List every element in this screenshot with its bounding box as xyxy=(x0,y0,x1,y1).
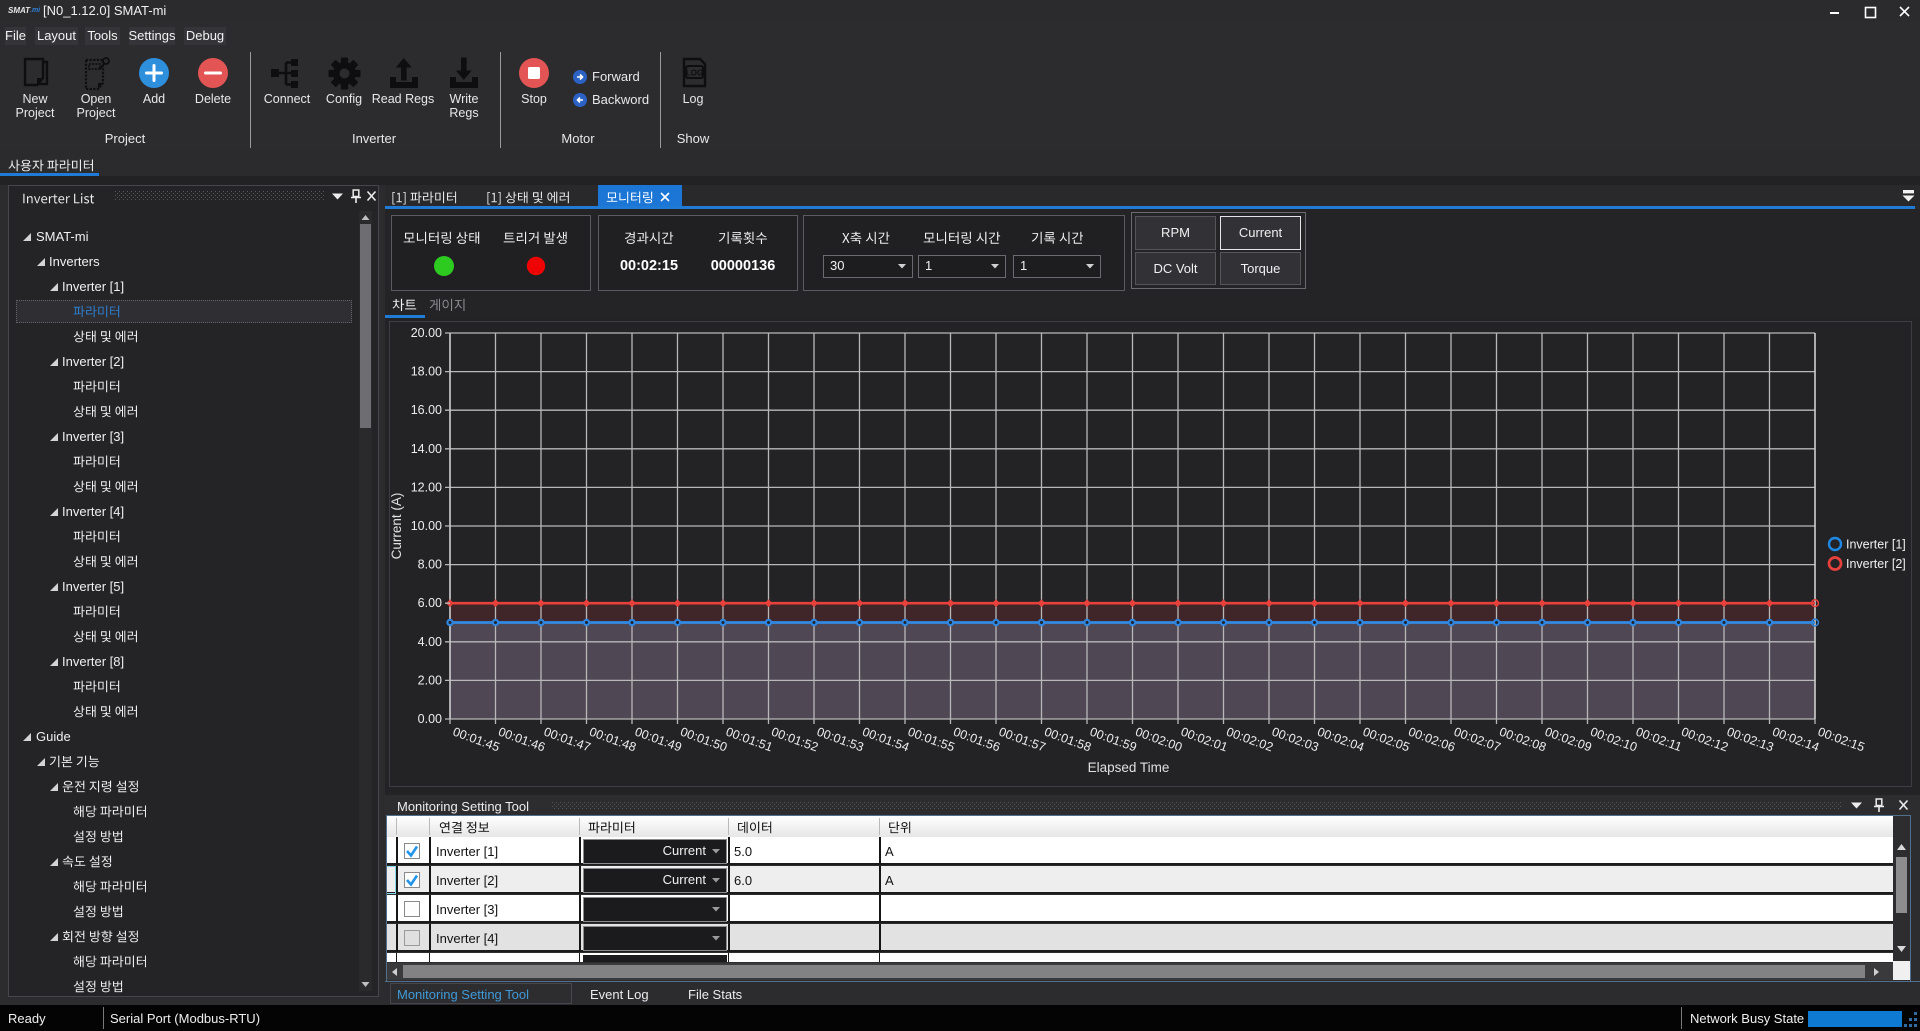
svg-text:00:01:53: 00:01:53 xyxy=(815,725,866,755)
svg-text:00:02:02: 00:02:02 xyxy=(1224,725,1275,755)
svg-text:20.00: 20.00 xyxy=(411,326,442,340)
svg-text:00:02:11: 00:02:11 xyxy=(1634,725,1684,754)
svg-text:LOG: LOG xyxy=(686,69,703,78)
svg-text:16.00: 16.00 xyxy=(411,403,442,417)
svg-text:00:01:56: 00:01:56 xyxy=(951,725,1002,755)
svg-text:14.00: 14.00 xyxy=(411,442,442,456)
svg-text:Inverter [1]: Inverter [1] xyxy=(1846,538,1906,552)
svg-text:00:01:57: 00:01:57 xyxy=(997,725,1048,755)
svg-text:00:02:04: 00:02:04 xyxy=(1315,725,1366,755)
svg-text:Current (A): Current (A) xyxy=(389,493,404,560)
svg-text:00:01:48: 00:01:48 xyxy=(587,725,638,755)
svg-text:0.00: 0.00 xyxy=(418,712,442,726)
svg-text:00:02:01: 00:02:01 xyxy=(1179,725,1230,755)
svg-text:00:02:10: 00:02:10 xyxy=(1588,725,1639,755)
svg-text:00:01:55: 00:01:55 xyxy=(906,725,957,755)
svg-text:Elapsed Time: Elapsed Time xyxy=(1088,760,1170,775)
svg-text:00:01:45: 00:01:45 xyxy=(451,725,502,755)
svg-text:00:02:00: 00:02:00 xyxy=(1133,725,1184,755)
svg-text:10.00: 10.00 xyxy=(411,519,442,533)
svg-text:18.00: 18.00 xyxy=(411,365,442,379)
svg-text:00:02:05: 00:02:05 xyxy=(1361,725,1412,755)
svg-text:00:02:06: 00:02:06 xyxy=(1406,725,1457,755)
svg-text:00:01:51: 00:01:51 xyxy=(724,725,775,755)
svg-text:00:01:52: 00:01:52 xyxy=(769,725,820,755)
svg-text:4.00: 4.00 xyxy=(418,635,442,649)
svg-text:Inverter [2]: Inverter [2] xyxy=(1846,557,1906,571)
svg-text:00:02:13: 00:02:13 xyxy=(1725,725,1776,755)
svg-text:00:02:07: 00:02:07 xyxy=(1452,725,1503,755)
svg-text:00:01:49: 00:01:49 xyxy=(633,725,684,755)
svg-text:8.00: 8.00 xyxy=(418,558,442,572)
svg-text:00:01:50: 00:01:50 xyxy=(678,725,729,755)
svg-text:00:02:12: 00:02:12 xyxy=(1679,725,1730,755)
svg-text:00:02:15: 00:02:15 xyxy=(1816,725,1867,755)
svg-text:00:01:47: 00:01:47 xyxy=(542,725,593,755)
svg-text:00:02:14: 00:02:14 xyxy=(1770,725,1821,755)
svg-text:00:01:59: 00:01:59 xyxy=(1088,725,1139,755)
svg-text:6.00: 6.00 xyxy=(418,596,442,610)
svg-text:00:02:09: 00:02:09 xyxy=(1543,725,1594,755)
svg-text:2.00: 2.00 xyxy=(418,673,442,687)
svg-text:00:02:08: 00:02:08 xyxy=(1497,725,1548,755)
svg-text:00:01:54: 00:01:54 xyxy=(860,725,911,755)
svg-text:00:01:58: 00:01:58 xyxy=(1042,725,1093,755)
svg-text:00:01:46: 00:01:46 xyxy=(496,725,547,755)
svg-text:12.00: 12.00 xyxy=(411,480,442,494)
svg-text:00:02:03: 00:02:03 xyxy=(1270,725,1321,755)
